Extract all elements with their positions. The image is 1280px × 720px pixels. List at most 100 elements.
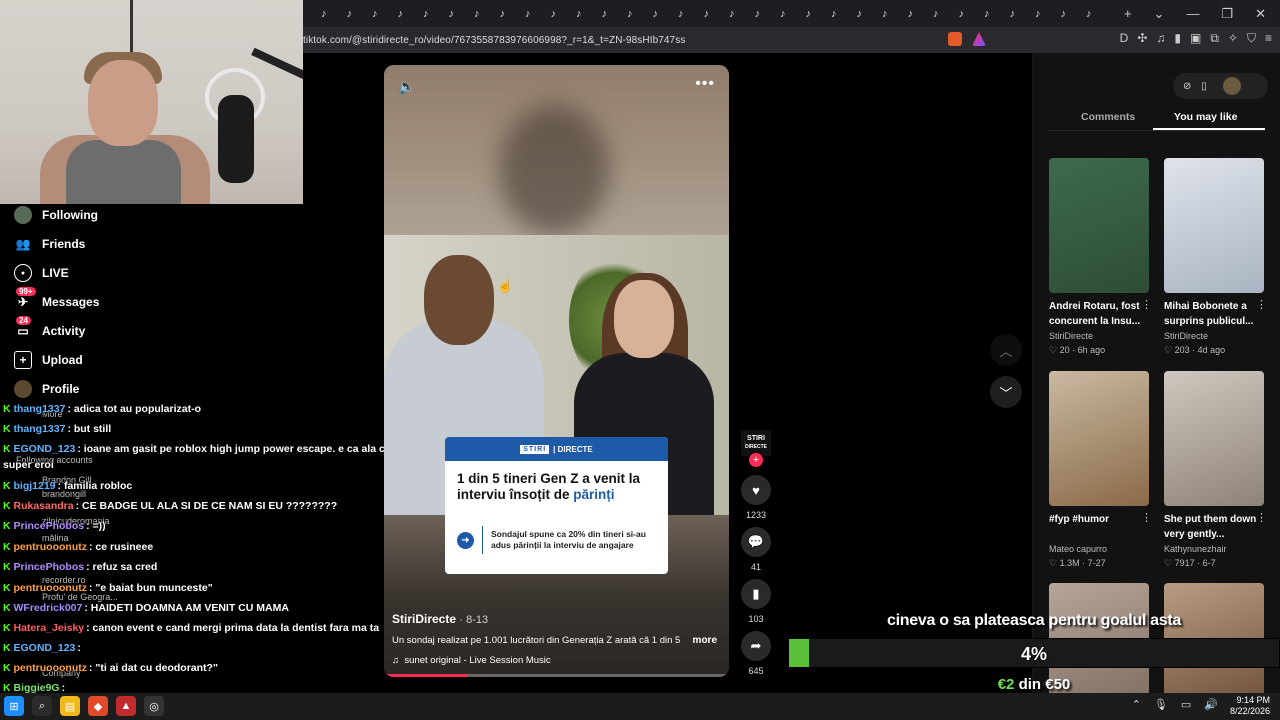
browser-tab-tiktok[interactable]: ♪ [362,3,388,25]
chat-username[interactable]: WFredrick007 [14,602,83,614]
more-vertical-icon[interactable]: ⋮ [1256,511,1267,524]
more-vertical-icon[interactable]: ⋮ [1141,511,1152,524]
brave-browser-icon[interactable]: ◆ [88,696,108,716]
chat-username[interactable]: EGOND_123 [14,642,76,654]
music-title[interactable]: sunet original - Live Session Music [404,655,550,666]
search-icon[interactable]: ⌕ [32,696,52,716]
sidebar-item-profile[interactable]: Profile [14,380,79,398]
sidebar-icon[interactable]: ▮ [1174,31,1181,46]
volume-icon[interactable]: 🔈 [398,78,415,95]
menu-icon[interactable]: ≡ [1265,31,1272,46]
recommended-title[interactable]: She put them down very gently... [1164,512,1268,542]
brave-rewards-icon[interactable] [972,32,986,46]
vpn-shield-icon[interactable]: ⛉ [1247,31,1256,46]
save-button[interactable]: ▮ 103 [738,579,774,624]
chat-username[interactable]: thang1337 [14,423,66,435]
device-icon[interactable]: ▯ [1201,81,1207,92]
browser-tab-tiktok[interactable]: ♪ [592,3,618,25]
share-icon[interactable]: ➦ [741,631,771,661]
video-author-name[interactable]: StiriDirecte [392,612,456,626]
volume-icon[interactable]: 🔊 [1204,698,1218,711]
browser-tab-tiktok[interactable]: ♪ [1051,3,1077,25]
sidebar-item-live[interactable]: ● LIVE [14,264,69,282]
browser-tab-tiktok[interactable]: ♪ [821,3,847,25]
windows-start-icon[interactable]: ⊞ [4,696,24,716]
browser-tab-tiktok[interactable]: ♪ [668,3,694,25]
pip-icon[interactable]: ⧉ [1210,31,1219,46]
browser-tab-tiktok[interactable]: ♪ [694,3,720,25]
browser-tab-tiktok[interactable]: ♪ [770,3,796,25]
caption-more-button[interactable]: more [693,635,717,646]
video-progress-bar[interactable] [384,674,729,677]
chat-username[interactable]: EGOND_123 [14,443,76,455]
sidebar-item-upload[interactable]: + Upload [14,351,83,369]
user-avatar[interactable] [1222,77,1241,95]
browser-tab-tiktok[interactable]: ♪ [923,3,949,25]
browser-tab-tiktok[interactable]: ♪ [388,3,414,25]
browser-tab-tiktok[interactable]: ♪ [745,3,771,25]
more-options-icon[interactable]: ••• [695,75,715,93]
browser-tab-tiktok[interactable]: ♪ [949,3,975,25]
browser-tab-tiktok[interactable]: ♪ [337,3,363,25]
recommended-thumbnail[interactable] [1049,371,1149,506]
recommended-title[interactable]: #fyp #humor [1049,512,1153,527]
recommended-author[interactable]: StiriDirecte [1049,331,1093,341]
chat-username[interactable]: bigj1219 [14,480,56,492]
recommended-author[interactable]: Mateo capurro [1049,544,1107,554]
compass-icon[interactable]: ⊘ [1183,81,1191,92]
browser-tab-tiktok[interactable]: ♪ [490,3,516,25]
chat-username[interactable]: PrincePhobos [14,520,85,532]
bookmark-icon[interactable]: ▮ [741,579,771,609]
restore-button[interactable]: ❐ [1221,6,1233,22]
video-author[interactable]: StiriDirecte · 8-13 [392,612,488,626]
chat-username[interactable]: Hatera_Jeisky [14,622,85,634]
comment-button[interactable]: 💬 41 [738,527,774,572]
obs-icon[interactable]: ◎ [144,696,164,716]
comment-icon[interactable]: 💬 [741,527,771,557]
browser-tab-tiktok[interactable]: ♪ [413,3,439,25]
recommended-author[interactable]: StiriDirecte [1164,331,1208,341]
browser-tab-tiktok[interactable]: ♪ [847,3,873,25]
chat-username[interactable]: thang1337 [14,403,66,415]
browser-tab-tiktok[interactable]: ♪ [796,3,822,25]
sidebar-item-friends[interactable]: 👥 Friends [14,235,86,253]
browser-tab-tiktok[interactable]: ♪ [1000,3,1026,25]
chat-username[interactable]: Rukasandra [14,500,74,512]
recommended-thumbnail[interactable] [1164,158,1264,293]
browser-tab-tiktok[interactable]: ♪ [643,3,669,25]
browser-tab-tiktok[interactable]: ♪ [566,3,592,25]
share-button[interactable]: ➦ 645 [738,631,774,676]
red-app-icon[interactable]: ▲ [116,696,136,716]
chat-username[interactable]: pentruooonutz [14,662,87,674]
extension-d-icon[interactable]: D [1120,31,1129,46]
recommended-title[interactable]: Mihai Bobonete a surprins publicul... [1164,299,1268,329]
browser-tab-tiktok[interactable]: ♪ [541,3,567,25]
new-tab-button[interactable]: + [1124,6,1132,21]
close-window-button[interactable]: ✕ [1255,6,1266,22]
url-text[interactable]: tiktok.com/@stiridirecte_ro/video/767355… [303,35,685,46]
heart-icon[interactable]: ♥ [741,475,771,505]
music-icon[interactable]: ♫ [1156,31,1165,46]
chat-username[interactable]: PrincePhobos [14,561,85,573]
previous-video-button[interactable]: ︿ [990,334,1022,366]
recommended-thumbnail[interactable] [1049,158,1149,293]
recommended-thumbnail[interactable] [1164,371,1264,506]
more-vertical-icon[interactable]: ⋮ [1256,298,1267,311]
file-explorer-icon[interactable]: ▤ [60,696,80,716]
chevron-up-icon[interactable]: ⌃ [1132,698,1141,711]
browser-tab-tiktok[interactable]: ♪ [464,3,490,25]
browser-tab-tiktok[interactable]: ♪ [974,3,1000,25]
recommended-title[interactable]: Andrei Rotaru, fost concurent la Insu... [1049,299,1153,329]
tab-you-may-like[interactable]: You may like [1174,111,1237,123]
sidebar-item-following[interactable]: Following [14,206,98,224]
browser-tab-tiktok[interactable]: ♪ [1076,3,1102,25]
extensions-icon[interactable]: ✣ [1137,31,1147,46]
follow-plus-icon[interactable]: + [749,453,763,467]
address-bar[interactable]: tiktok.com/@stiridirecte_ro/video/767355… [303,27,1280,53]
tab-search-dropdown-icon[interactable]: ⌄ [1154,6,1165,22]
wallet-icon[interactable]: ▣ [1190,31,1201,46]
leo-ai-icon[interactable]: ✧ [1228,31,1238,46]
video-music[interactable]: ♫ sunet original - Live Session Music [392,655,551,666]
microphone-icon[interactable]: 🎙 [1154,698,1168,711]
browser-tab-tiktok[interactable]: ♪ [515,3,541,25]
